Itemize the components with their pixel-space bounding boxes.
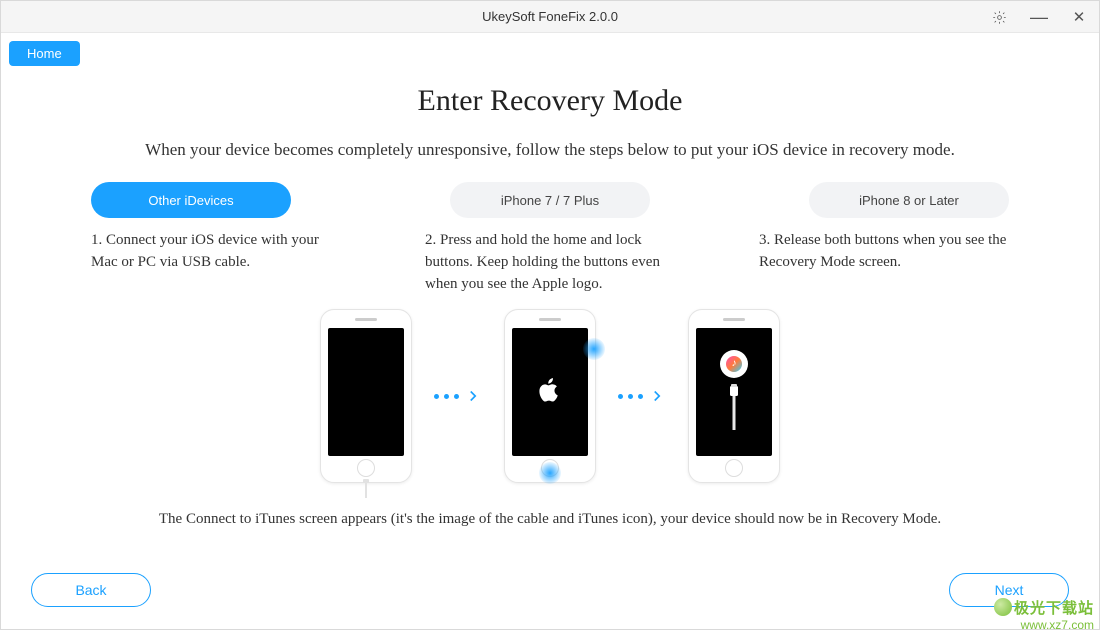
- tab-label: Other iDevices: [148, 193, 233, 208]
- arrow-icon: [434, 387, 482, 405]
- next-button[interactable]: Next: [949, 573, 1069, 607]
- illustration-row: ♪: [31, 309, 1069, 483]
- close-icon: ✕: [1073, 8, 1086, 26]
- apple-logo-icon: [539, 377, 561, 408]
- tab-label: iPhone 8 or Later: [859, 193, 959, 208]
- itunes-icon: ♪: [720, 350, 748, 378]
- lock-button-highlight-icon: [583, 338, 605, 360]
- gear-icon: [992, 10, 1007, 25]
- next-button-label: Next: [995, 582, 1024, 598]
- arrow-icon: [618, 387, 666, 405]
- tab-label: iPhone 7 / 7 Plus: [501, 193, 599, 208]
- step-3-text: 3. Release both buttons when you see the…: [759, 230, 1009, 295]
- lightning-cable-icon: [724, 384, 744, 435]
- home-button[interactable]: Home: [9, 41, 80, 66]
- settings-button[interactable]: [979, 1, 1019, 33]
- footnote-text: The Connect to iTunes screen appears (it…: [159, 511, 941, 528]
- page-subtitle: When your device becomes completely unre…: [145, 140, 955, 160]
- page-title: Enter Recovery Mode: [418, 84, 683, 118]
- step-2-text: 2. Press and hold the home and lock butt…: [425, 230, 675, 295]
- tab-iphone7[interactable]: iPhone 7 / 7 Plus: [450, 182, 650, 218]
- home-button-highlight-icon: [539, 462, 561, 484]
- titlebar: UkeySoft FoneFix 2.0.0 — ✕: [1, 1, 1099, 33]
- phone-illustration-3: ♪: [688, 309, 780, 483]
- tab-other-idevices[interactable]: Other iDevices: [91, 182, 291, 218]
- window-title: UkeySoft FoneFix 2.0.0: [482, 9, 618, 24]
- minimize-button[interactable]: —: [1019, 1, 1059, 33]
- step-1-text: 1. Connect your iOS device with your Mac…: [91, 230, 341, 295]
- phone-illustration-1: [320, 309, 412, 483]
- close-button[interactable]: ✕: [1059, 1, 1099, 33]
- phone-illustration-2: [504, 309, 596, 483]
- tab-iphone8-later[interactable]: iPhone 8 or Later: [809, 182, 1009, 218]
- back-button-label: Back: [75, 582, 106, 598]
- back-button[interactable]: Back: [31, 573, 151, 607]
